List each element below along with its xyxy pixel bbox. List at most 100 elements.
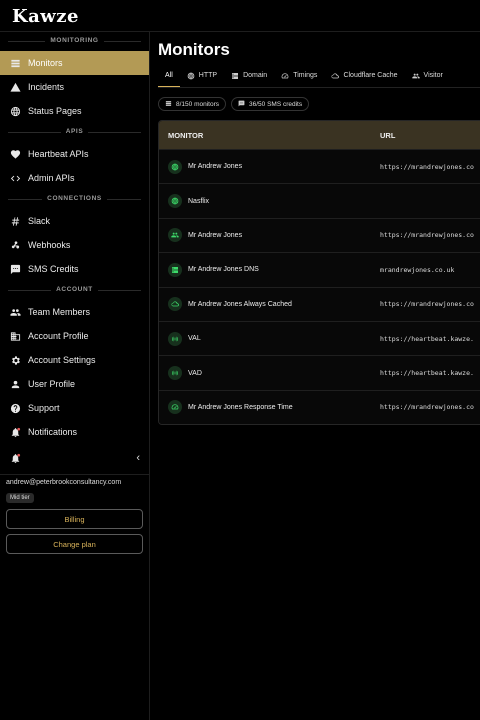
team-icon xyxy=(9,306,21,318)
column-header-monitor[interactable]: MONITOR xyxy=(159,131,372,140)
table-row[interactable]: VAL https://heartbeat.kawze. xyxy=(159,320,480,356)
tab-label: All xyxy=(165,72,173,79)
section-label-text: APIS xyxy=(60,128,89,135)
dns-icon xyxy=(168,262,182,277)
sidebar-item-notifications[interactable]: Notifications xyxy=(0,420,149,444)
monitor-url: https://mrandrewjones.co xyxy=(380,162,474,171)
monitor-name[interactable]: Nasflix xyxy=(188,198,209,205)
monitor-name[interactable]: VAD xyxy=(188,370,202,377)
sidebar-bottom-row: ‹ xyxy=(0,446,149,470)
monitor-url: https://heartbeat.kawze. xyxy=(380,334,474,343)
webhook-icon xyxy=(9,239,21,251)
tab-domain[interactable]: Domain xyxy=(224,70,274,87)
section-label-monitoring: MONITORING xyxy=(0,37,149,51)
notifications-bell-icon[interactable] xyxy=(9,452,21,464)
tab-cloudflare-cache[interactable]: Cloudflare Cache xyxy=(324,70,404,87)
tab-label: HTTP xyxy=(198,72,218,79)
sidebar-item-support[interactable]: Support xyxy=(0,396,149,420)
tab-label: Cloudflare Cache xyxy=(343,72,398,79)
globe-icon xyxy=(168,159,182,174)
chip-label: 8/150 monitors xyxy=(176,100,219,108)
cloud-icon xyxy=(331,72,343,82)
sidebar-item-status-pages[interactable]: Status Pages xyxy=(0,99,149,123)
section-label-text: ACCOUNT xyxy=(51,286,98,293)
monitors-table: MONITOR URL Mr Andrew Jones https://mrand… xyxy=(158,120,480,426)
sidebar-item-webhooks[interactable]: Webhooks xyxy=(0,233,149,257)
change-plan-button[interactable]: Change plan xyxy=(6,534,143,554)
monitor-url: https://mrandrewjones.co xyxy=(380,403,474,412)
sidebar-item-label: Account Profile xyxy=(28,331,89,341)
sidebar-item-label: Incidents xyxy=(28,82,65,92)
section-label-connections: CONNECTIONS xyxy=(0,195,149,209)
table-row[interactable]: Nasflix xyxy=(159,183,480,218)
usage-chip-monitors: 8/150 monitors xyxy=(158,97,226,111)
monitor-name[interactable]: Mr Andrew Jones DNS xyxy=(188,266,259,273)
usage-chip-sms-credits: 36/50 SMS credits xyxy=(231,97,310,111)
sidebar-item-account-settings[interactable]: Account Settings xyxy=(0,348,149,372)
tier-badge: Mid tier xyxy=(6,493,34,503)
monitor-url: https://mrandrewjones.co xyxy=(380,231,474,240)
table-header: MONITOR URL xyxy=(159,121,480,149)
sidebar-item-user-profile[interactable]: User Profile xyxy=(0,372,149,396)
section-label-text: CONNECTIONS xyxy=(42,195,107,202)
sidebar-item-label: Notifications xyxy=(28,427,78,437)
monitor-name-cell: VAL xyxy=(159,331,372,346)
table-row[interactable]: Mr Andrew Jones https://mrandrewjones.co xyxy=(159,217,480,253)
table-row[interactable]: Mr Andrew Jones Response Time https://mra… xyxy=(159,389,480,425)
main-content: Monitors All HTTP Domain Timings Cloudflare … xyxy=(151,32,480,720)
billing-button[interactable]: Billing xyxy=(6,509,143,529)
sidebar-item-admin-apis[interactable]: Admin APIs xyxy=(0,166,149,190)
sidebar-item-label: Account Settings xyxy=(28,355,96,365)
sidebar-item-heartbeat-apis[interactable]: Heartbeat APIs xyxy=(0,142,149,166)
team-icon xyxy=(411,72,424,82)
monitor-name-cell: VAD xyxy=(159,366,372,381)
monitor-name[interactable]: VAL xyxy=(188,335,201,342)
collapse-sidebar-button[interactable]: ‹ xyxy=(136,452,140,464)
gear-icon xyxy=(9,354,21,366)
table-row[interactable]: Mr Andrew Jones DNS mrandrewjones.co.uk xyxy=(159,252,480,287)
help-icon xyxy=(9,402,21,414)
sidebar-item-sms-credits[interactable]: SMS Credits xyxy=(0,257,149,281)
monitor-name[interactable]: Mr Andrew Jones Always Cached xyxy=(188,301,292,308)
tab-label: Visitor xyxy=(423,72,443,79)
tab-timings[interactable]: Timings xyxy=(274,70,324,87)
app-logo[interactable]: Kawze xyxy=(12,6,79,27)
sidebar-item-label: Webhooks xyxy=(28,240,71,250)
user-email: andrew@peterbrookconsultancy.com xyxy=(6,479,122,486)
tab-all[interactable]: All xyxy=(158,70,180,87)
chip-label: 36/50 SMS credits xyxy=(249,100,303,108)
building-icon xyxy=(9,330,21,342)
bell-icon xyxy=(9,426,21,438)
monitor-name-cell: Mr Andrew Jones Response Time xyxy=(159,400,372,415)
heart-icon xyxy=(9,148,21,160)
monitor-icon xyxy=(165,100,176,109)
monitor-name[interactable]: Mr Andrew Jones xyxy=(188,163,242,170)
sidebar-item-incidents[interactable]: Incidents xyxy=(0,75,149,99)
sidebar-item-label: User Profile xyxy=(28,379,76,389)
table-row[interactable]: Mr Andrew Jones Always Cached https://mra… xyxy=(159,286,480,321)
speed-icon xyxy=(168,400,182,415)
table-row[interactable]: VAD https://heartbeat.kawze. xyxy=(159,355,480,390)
monitor-name-cell: Mr Andrew Jones xyxy=(159,228,372,243)
tab-http[interactable]: HTTP xyxy=(180,70,224,87)
sidebar-item-slack[interactable]: Slack xyxy=(0,209,149,233)
monitor-name[interactable]: Mr Andrew Jones xyxy=(188,232,242,239)
sidebar-item-monitors[interactable]: Monitors xyxy=(0,51,149,75)
sidebar-item-team-members[interactable]: Team Members xyxy=(0,300,149,324)
globe-icon xyxy=(168,194,182,209)
monitor-name[interactable]: Mr Andrew Jones Response Time xyxy=(188,404,293,411)
globe-icon xyxy=(187,72,199,82)
sidebar-item-label: Support xyxy=(28,403,60,413)
warning-icon xyxy=(9,81,21,93)
column-header-url[interactable]: URL xyxy=(372,131,395,140)
globe-icon xyxy=(9,105,21,117)
monitor-name-cell: Nasflix xyxy=(159,194,372,209)
monitor-name-cell: Mr Andrew Jones Always Cached xyxy=(159,297,372,312)
dns-icon xyxy=(231,72,243,82)
code-icon xyxy=(9,172,21,184)
tab-visitor[interactable]: Visitor xyxy=(405,70,450,87)
section-label-apis: APIS xyxy=(0,128,149,142)
sidebar-item-label: Team Members xyxy=(28,307,91,317)
table-row[interactable]: Mr Andrew Jones https://mrandrewjones.co xyxy=(159,149,480,184)
sidebar-item-account-profile[interactable]: Account Profile xyxy=(0,324,149,348)
